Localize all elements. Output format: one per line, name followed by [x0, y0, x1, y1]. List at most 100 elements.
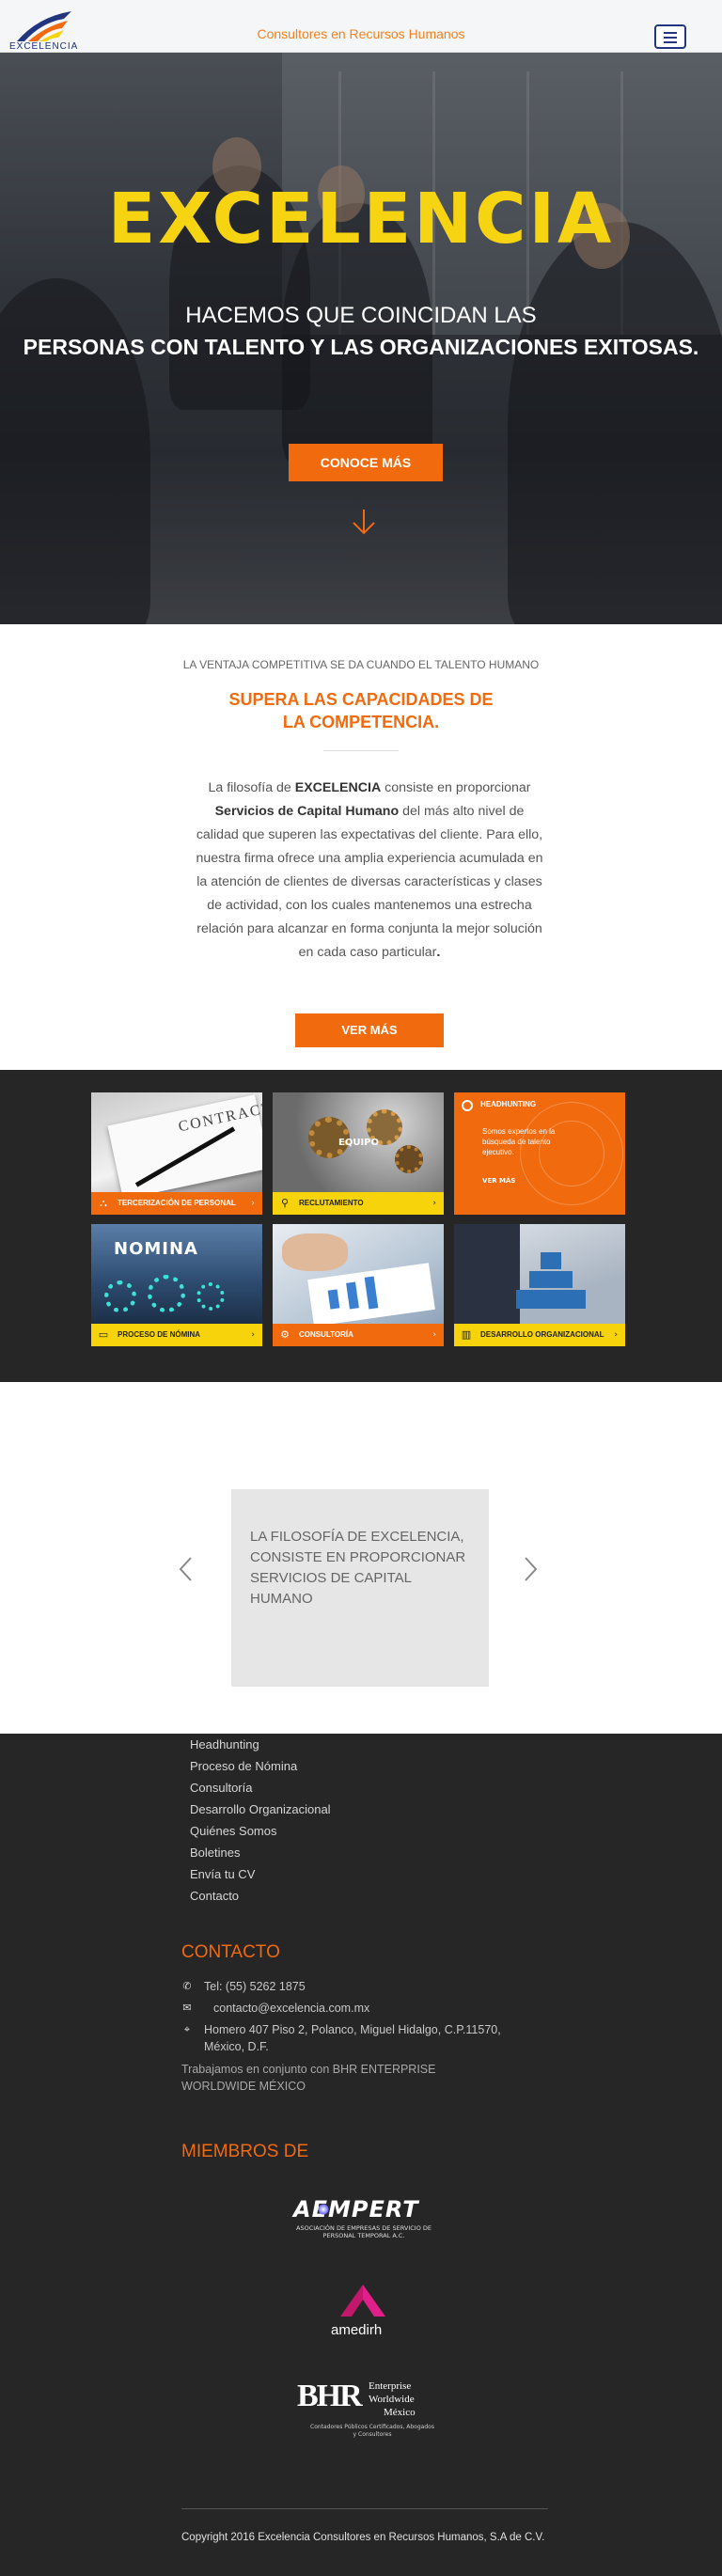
bhr-mark: BHR [297, 2379, 363, 2413]
footer-link-desarrollo[interactable]: Desarrollo Organizacional [190, 1802, 331, 1816]
magnifier-icon: ⚲ [280, 1197, 290, 1209]
conoce-mas-button[interactable]: CONOCE MÁS [289, 444, 443, 481]
footer-link-consultoria[interactable]: Consultoría [190, 1781, 252, 1795]
service-bar: ⚙ CONSULTORÍA › [273, 1324, 444, 1346]
contact-phone[interactable]: Tel: (55) 5262 1875 [204, 1978, 306, 1995]
more-icon: › [432, 1199, 436, 1208]
chevron-right-icon[interactable] [521, 1555, 540, 1583]
service-tile-headhunting[interactable]: HEADHUNTING Somos expertos en la búsqued… [454, 1092, 625, 1215]
hamburger-menu-icon [664, 32, 677, 34]
service-tile-desarrollo[interactable]: ▥ DESARROLLO ORGANIZACIONAL › [454, 1224, 625, 1346]
amedirh-name: amedirh [331, 2322, 383, 2338]
philosophy-title: SUPERA LAS CAPACIDADES DE LA COMPETENCIA… [228, 690, 494, 731]
ver-mas-button[interactable]: VER MÁS [295, 1013, 444, 1047]
contact-address-1: Homero 407 Piso 2, Polanco, Miguel Hidal… [204, 2023, 501, 2036]
philosophy-brand: EXCELENCIA [294, 780, 382, 795]
gear-shape [196, 1282, 225, 1311]
partner-text: Trabajamos en conjunto con BHR ENTERPRIS… [181, 2063, 436, 2093]
service-bar: ⚲ RECLUTAMIENTO › [273, 1192, 444, 1215]
arrow-down-icon[interactable] [351, 508, 377, 536]
amedirh-logo[interactable]: amedirh [327, 2283, 399, 2343]
services-section: CONTRACT ⛬ TERCERIZACIÓN DE PERSONAL › E… [0, 1070, 722, 1382]
chevron-left-icon[interactable] [177, 1555, 196, 1583]
block-pyramid [516, 1290, 586, 1309]
service-label: HEADHUNTING [480, 1100, 537, 1108]
carousel-text: LA FILOSOFÍA DE EXCELENCIA, CONSISTE EN … [250, 1529, 466, 1607]
bhr-title-2: Worldwide [369, 2394, 415, 2405]
service-label: DESARROLLO ORGANIZACIONAL [480, 1330, 604, 1339]
service-image: NOMINA [91, 1224, 262, 1324]
equipo-text: EQUIPO [338, 1138, 380, 1148]
philosophy-text-part: La filosofía de [208, 780, 295, 795]
target-icon [462, 1100, 473, 1111]
phone-icon: ✆ [182, 1980, 192, 1992]
contact-address-2: México, D.F. [204, 2040, 269, 2053]
amedirh-mark-icon [340, 2285, 385, 2317]
service-bar: ▭ PROCESO DE NÓMINA › [91, 1324, 262, 1346]
service-tile-consultoria[interactable]: ⚙ CONSULTORÍA › [273, 1224, 444, 1346]
bhr-title-1: Enterprise [369, 2380, 412, 2392]
service-bar: ▥ DESARROLLO ORGANIZACIONAL › [454, 1324, 625, 1346]
service-label: CONSULTORÍA [299, 1330, 353, 1339]
hamburger-menu-line [664, 37, 677, 39]
divider [181, 2508, 548, 2509]
service-bar: ⛬ TERCERIZACIÓN DE PERSONAL › [91, 1192, 262, 1215]
suit-arm [454, 1224, 520, 1324]
philosophy-text-part: consiste en proporcionar [381, 780, 531, 795]
divider [323, 750, 399, 751]
philosophy-text-end: . [436, 945, 441, 960]
footer-link-envia-cv[interactable]: Envía tu CV [190, 1867, 255, 1881]
block-pyramid [541, 1252, 561, 1269]
gear-icon: ⚙ [280, 1328, 290, 1341]
copyright: Copyright 2016 Excelencia Consultores en… [181, 2532, 545, 2543]
more-icon: › [614, 1330, 618, 1340]
gear-shape [395, 1145, 423, 1173]
hamburger-menu-button[interactable] [654, 24, 686, 49]
contact-email[interactable]: contacto@excelencia.com.mx [213, 2000, 369, 2017]
footer-link-quienes-somos[interactable]: Quiénes Somos [190, 1824, 277, 1838]
envelope-icon: ✉ [182, 2002, 192, 2014]
service-image [454, 1224, 625, 1324]
service-tile-reclutamiento[interactable]: EQUIPO ⚲ RECLUTAMIENTO › [273, 1092, 444, 1215]
service-image: CONTRACT [91, 1092, 262, 1200]
service-label: RECLUTAMIENTO [299, 1199, 364, 1207]
bhr-subtitle-2: y Consultores [353, 2431, 392, 2438]
service-label: PROCESO DE NÓMINA [118, 1330, 201, 1339]
bhr-subtitle-1: Contadores Públicos Certificados, Abogad… [310, 2424, 434, 2430]
footer-link-nomina[interactable]: Proceso de Nómina [190, 1759, 297, 1773]
logo-text: EXCELENCIA [9, 41, 79, 52]
philosophy-service: Servicios de Capital Humano [214, 804, 400, 819]
more-icon: › [432, 1330, 436, 1340]
service-tile-tercerizacion[interactable]: CONTRACT ⛬ TERCERIZACIÓN DE PERSONAL › [91, 1092, 262, 1215]
location-pin-icon: ⌖ [183, 2023, 191, 2035]
footer-link-contacto[interactable]: Contacto [190, 1889, 239, 1903]
hamburger-menu-line [664, 41, 677, 43]
nomina-text: NOMINA [114, 1239, 198, 1259]
service-image: EQUIPO [273, 1092, 444, 1192]
philosophy-text-part: del más alto nivel de calidad que supere… [196, 804, 543, 960]
headhunting-ver-mas-link[interactable]: VER MÁS [482, 1177, 515, 1185]
aempert-star-icon [318, 2204, 329, 2215]
gear-shape [148, 1275, 185, 1312]
hero-title: EXCELENCIA [107, 179, 615, 259]
philosophy-subtitle: LA VENTAJA COMPETITIVA SE DA CUANDO EL T… [182, 658, 540, 671]
service-tile-nomina[interactable]: NOMINA ▭ PROCESO DE NÓMINA › [91, 1224, 262, 1346]
hero-headline-1: HACEMOS QUE COINCIDAN LAS [185, 303, 537, 328]
bhr-logo[interactable]: BHR Enterprise Worldwide México Contador… [297, 2377, 447, 2444]
more-icon: › [251, 1199, 255, 1208]
aempert-logo[interactable]: AEMPERT ASOCIACIÓN DE EMPRESAS DE SERVIC… [290, 2196, 440, 2245]
footer-link-headhunting[interactable]: Headhunting [190, 1737, 259, 1751]
bhr-title-3: México [384, 2407, 416, 2418]
aempert-name: AEMPERT [293, 2196, 419, 2223]
members-heading: MIEMBROS DE [181, 2142, 309, 2161]
carousel-slide: LA FILOSOFÍA DE EXCELENCIA, CONSISTE EN … [231, 1489, 489, 1687]
site-header: EXCELENCIA Consultores en Recursos Human… [0, 0, 722, 53]
footer-link-boletines[interactable]: Boletines [190, 1846, 240, 1860]
more-icon: › [251, 1330, 255, 1340]
block-pyramid [529, 1271, 573, 1288]
headhunting-description: Somos expertos en la búsqueda de talento… [482, 1127, 556, 1156]
service-image [273, 1224, 444, 1327]
hero-headline-2: PERSONAS CON TALENTO Y LAS ORGANIZACIONE… [23, 335, 699, 359]
philosophy-text: La filosofía de EXCELENCIA consiste en p… [196, 777, 543, 965]
money-icon: ▭ [98, 1328, 109, 1341]
